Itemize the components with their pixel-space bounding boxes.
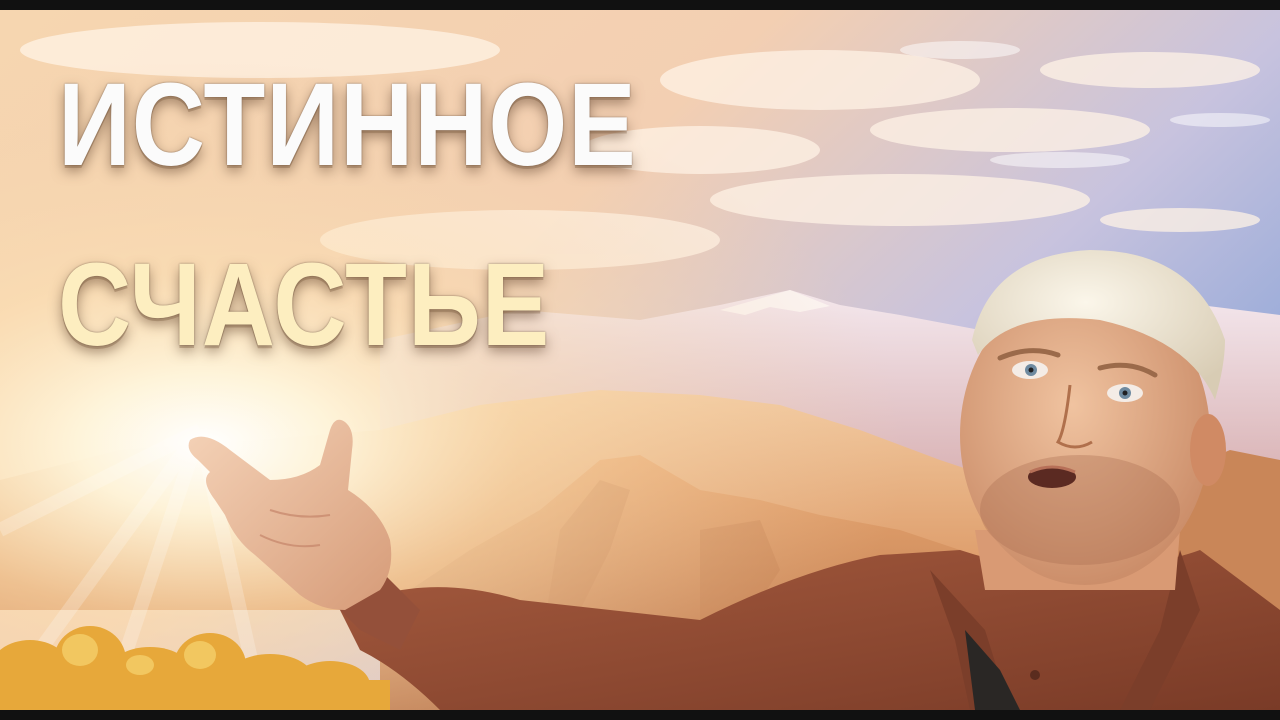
top-letterbox-bar xyxy=(0,0,1280,10)
ear xyxy=(1190,414,1226,486)
mountain-sunset-scene: ИСТИННОЕ СЧАСТЬЕ xyxy=(0,10,1280,710)
headline-line-1: ИСТИННОЕ xyxy=(58,59,637,191)
stubble xyxy=(980,455,1180,565)
bottom-letterbox-bar xyxy=(0,710,1280,720)
headline-line-2: СЧАСТЬЕ xyxy=(58,239,551,371)
video-thumbnail[interactable]: ИСТИННОЕ СЧАСТЬЕ xyxy=(0,0,1280,720)
shirt-button xyxy=(1030,670,1040,680)
